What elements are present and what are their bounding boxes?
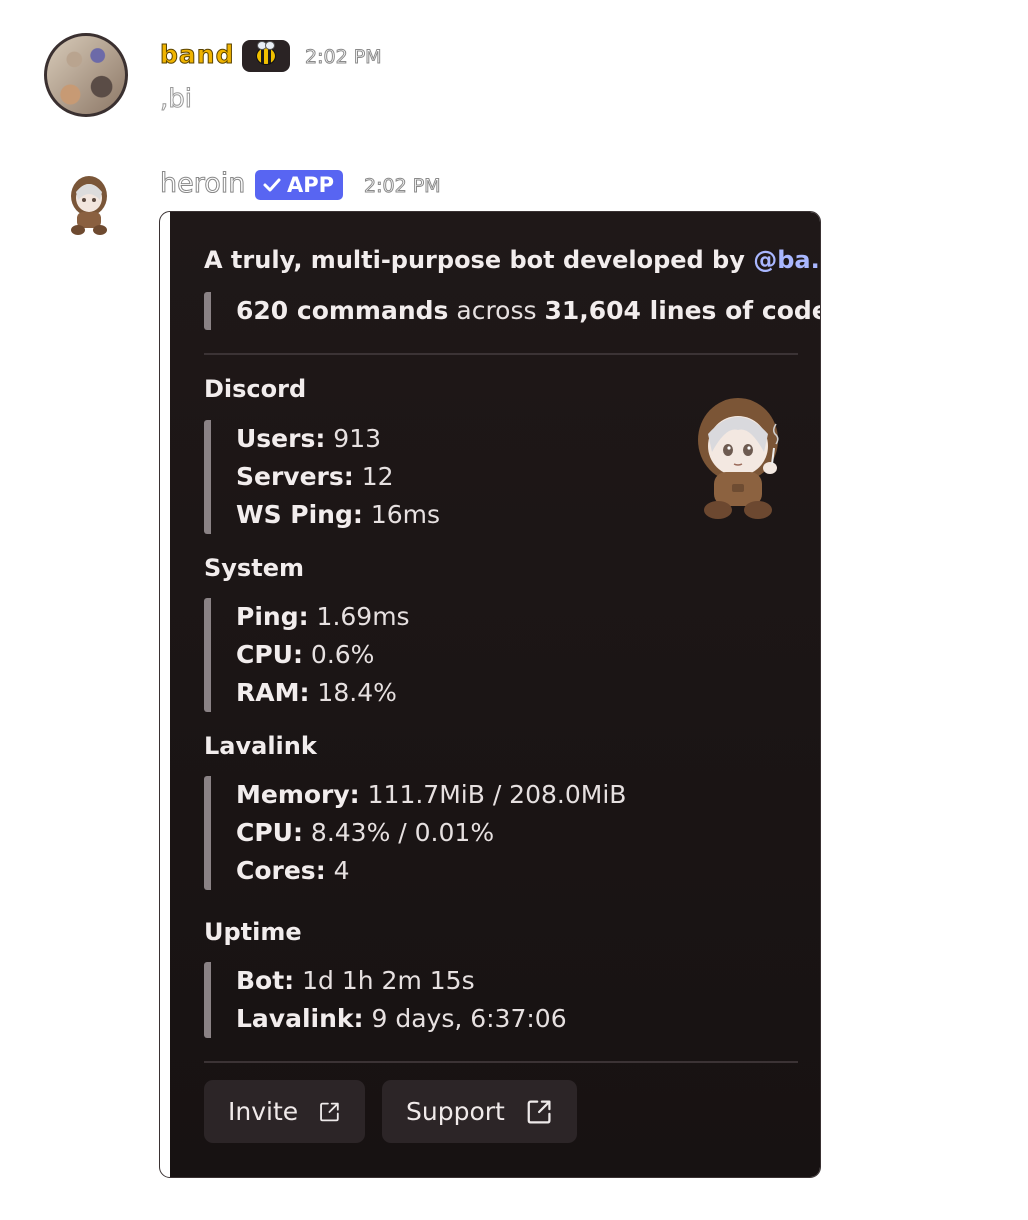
stat-value: 1.69ms xyxy=(308,602,410,631)
stat-label: Servers: xyxy=(236,462,354,491)
uptime-stats: Bot: 1d 1h 2m 15s Lavalink: 9 days, 6:37… xyxy=(204,962,567,1038)
stat-row: RAM: 18.4% xyxy=(236,674,410,712)
command-count: 620 commands xyxy=(236,296,449,325)
stat-value: 8.43% / 0.01% xyxy=(302,818,495,847)
divider xyxy=(204,353,798,355)
section-title-system: System xyxy=(204,554,304,582)
stat-value: 12 xyxy=(353,462,394,491)
stat-label: Lavalink: xyxy=(236,1004,364,1033)
stat-row: CPU: 0.6% xyxy=(236,636,410,674)
stat-label: CPU: xyxy=(236,818,303,847)
external-link-icon xyxy=(320,1102,339,1121)
message-timestamp[interactable]: 2:02 PM xyxy=(364,175,442,198)
stat-label: Users: xyxy=(236,424,326,453)
lavalink-stats: Memory: 111.7MiB / 208.0MiB CPU: 8.43% /… xyxy=(204,776,626,890)
divider xyxy=(204,1061,798,1063)
stat-label: Bot: xyxy=(236,966,295,995)
stat-label: Memory: xyxy=(236,780,360,809)
stat-row: WS Ping: 16ms xyxy=(236,496,440,534)
message-content: ,bi xyxy=(160,84,193,115)
stat-row: Bot: 1d 1h 2m 15s xyxy=(236,962,567,1000)
stat-row: Servers: 12 xyxy=(236,458,440,496)
app-tag-label: APP xyxy=(287,173,335,197)
code-lines: 31,604 lines of code. xyxy=(544,296,820,325)
external-link-icon xyxy=(527,1100,551,1123)
support-button[interactable]: Support xyxy=(382,1080,577,1143)
stat-row: Ping: 1.69ms xyxy=(236,598,410,636)
user-avatar[interactable] xyxy=(44,33,128,117)
summary-line: 620 commands across 31,604 lines of code… xyxy=(236,292,820,330)
section-title-lavalink: Lavalink xyxy=(204,732,317,760)
developer-mention[interactable]: @ba.nd xyxy=(753,246,820,274)
stat-label: Ping: xyxy=(236,602,309,631)
username[interactable]: band xyxy=(159,40,234,70)
bot-info-embed: A truly, multi-purpose bot developed by … xyxy=(159,211,821,1178)
invite-button[interactable]: Invite xyxy=(204,1080,365,1143)
embed-title-text: A truly, multi-purpose bot developed by xyxy=(204,246,754,274)
stat-row: CPU: 8.43% / 0.01% xyxy=(236,814,626,852)
stat-value: 111.7MiB / 208.0MiB xyxy=(359,780,627,809)
stat-value: 4 xyxy=(325,856,350,885)
stat-row: Cores: 4 xyxy=(236,852,626,890)
support-button-label: Support xyxy=(406,1097,505,1126)
embed-description-title: A truly, multi-purpose bot developed by … xyxy=(204,246,820,274)
discord-stats: Users: 913 Servers: 12 WS Ping: 16ms xyxy=(204,420,440,534)
stat-label: Cores: xyxy=(236,856,326,885)
bot-avatar[interactable] xyxy=(64,172,114,238)
message-timestamp[interactable]: 2:02 PM xyxy=(305,46,383,69)
summary-quote: 620 commands across 31,604 lines of code… xyxy=(204,292,820,330)
bee-icon[interactable] xyxy=(242,40,290,72)
app-tag: APP xyxy=(255,170,344,200)
stat-row: Users: 913 xyxy=(236,420,440,458)
stat-label: CPU: xyxy=(236,640,303,669)
stat-row: Memory: 111.7MiB / 208.0MiB xyxy=(236,776,626,814)
stat-label: RAM: xyxy=(236,678,310,707)
invite-button-label: Invite xyxy=(228,1097,299,1126)
stat-value: 913 xyxy=(325,424,382,453)
chat-view: band 2:02 PM ,bi heroin APP 2:02 PM A tr… xyxy=(0,0,1028,1220)
stat-value: 1d 1h 2m 15s xyxy=(294,966,475,995)
stat-row: Lavalink: 9 days, 6:37:06 xyxy=(236,1000,567,1038)
stat-value: 16ms xyxy=(362,500,441,529)
bot-username[interactable]: heroin xyxy=(159,168,245,200)
system-stats: Ping: 1.69ms CPU: 0.6% RAM: 18.4% xyxy=(204,598,410,712)
chibi-character-thumbnail[interactable] xyxy=(688,390,788,525)
checkmark-icon xyxy=(263,178,281,192)
section-title-discord: Discord xyxy=(204,375,307,403)
stat-label: WS Ping: xyxy=(236,500,363,529)
summary-middle: across xyxy=(448,296,545,325)
section-title-uptime: Uptime xyxy=(204,918,302,946)
stat-value: 0.6% xyxy=(302,640,375,669)
stat-value: 9 days, 6:37:06 xyxy=(363,1004,567,1033)
stat-value: 18.4% xyxy=(309,678,397,707)
